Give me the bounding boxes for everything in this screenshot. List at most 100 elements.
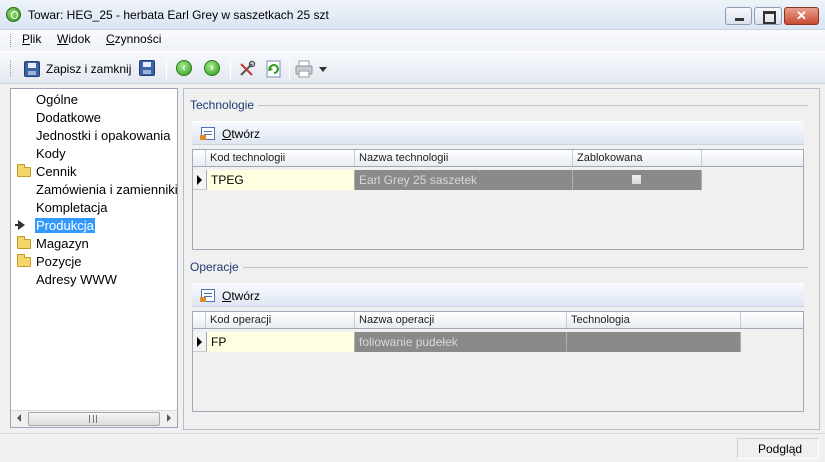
- open-mnemonic: O: [222, 127, 232, 141]
- menu-bar: Plik Widok Czynności: [0, 30, 825, 50]
- sidebar-item-label: Jednostki i opakowania: [36, 128, 171, 143]
- current-row-icon: [193, 332, 207, 352]
- refresh-icon: [266, 60, 281, 78]
- sidebar-item-dodatkowe[interactable]: Dodatkowe: [11, 109, 177, 127]
- technologie-group-title: Technologie: [190, 98, 259, 112]
- scroll-left-icon[interactable]: [17, 414, 21, 422]
- col-nazwa-operacji[interactable]: Nazwa operacji: [355, 312, 567, 328]
- open-mnemonic: O: [222, 289, 232, 303]
- menu-plik-mnemonic: P: [22, 32, 31, 46]
- sidebar-item-produkcja[interactable]: Produkcja: [11, 217, 177, 235]
- menu-widok-mnemonic: W: [57, 32, 69, 46]
- sidebar-item-label: Cennik: [36, 164, 77, 179]
- col-technologia[interactable]: Technologia: [567, 312, 741, 328]
- toolbar-separator: [289, 58, 290, 80]
- cell-nazwa[interactable]: foliowanie pudełek: [355, 332, 567, 352]
- open-icon: [200, 289, 215, 302]
- maximize-button[interactable]: [754, 7, 782, 25]
- sidebar-item-label: Produkcja: [35, 218, 95, 233]
- back-icon: ‹: [176, 60, 192, 76]
- open-icon: [200, 127, 215, 140]
- open-label: twórz: [231, 289, 261, 303]
- dropdown-arrow-icon[interactable]: [319, 67, 327, 73]
- technologie-toolbar: Otwórz: [192, 121, 804, 145]
- col-zablokowana[interactable]: Zablokowana: [573, 150, 702, 166]
- save-button[interactable]: [137, 59, 159, 79]
- group-divider: [240, 267, 808, 268]
- sidebar-item-kody[interactable]: Kody: [11, 145, 177, 163]
- tools-icon: [240, 60, 256, 76]
- menu-widok[interactable]: Widok: [54, 32, 93, 46]
- menu-plik[interactable]: Plik: [19, 32, 44, 46]
- technologie-grid[interactable]: Kod technologii Nazwa technologii Zablok…: [192, 149, 804, 250]
- folder-icon: [17, 236, 31, 249]
- save-close-label: Zapisz i zamknij: [46, 62, 132, 76]
- app-logo-icon: [6, 7, 21, 22]
- forward-icon: ›: [204, 60, 220, 76]
- menu-widok-label: idok: [68, 32, 91, 46]
- status-mode: Podgląd: [737, 438, 819, 459]
- operacje-toolbar: Otwórz: [192, 283, 804, 307]
- toolbar-grip[interactable]: [10, 60, 13, 77]
- zablokowana-checkbox[interactable]: [631, 174, 642, 185]
- sidebar-item-label: Dodatkowe: [36, 110, 102, 125]
- horizontal-scrollbar[interactable]: [11, 410, 177, 427]
- technologie-grid-header: Kod technologii Nazwa technologii Zablok…: [193, 150, 803, 167]
- sidebar-item-jednostki[interactable]: Jednostki i opakowania: [11, 127, 177, 145]
- col-nazwa-technologii[interactable]: Nazwa technologii: [355, 150, 573, 166]
- print-icon: [295, 60, 313, 78]
- menu-czynnosci[interactable]: Czynności: [103, 32, 164, 46]
- sidebar-item-label: Magazyn: [36, 236, 89, 251]
- col-kod-operacji[interactable]: Kod operacji: [206, 312, 355, 328]
- current-arrow-icon: [15, 220, 25, 230]
- title-bar[interactable]: Towar: HEG_25 - herbata Earl Grey w sasz…: [0, 0, 825, 30]
- app-window: Towar: HEG_25 - herbata Earl Grey w sasz…: [0, 0, 825, 462]
- cell-technologia[interactable]: [567, 332, 741, 352]
- cell-kod[interactable]: FP: [207, 332, 355, 352]
- sidebar-item-label: Ogólne: [36, 92, 78, 107]
- back-button[interactable]: ‹: [174, 59, 194, 79]
- group-divider: [252, 105, 808, 106]
- col-kod-technologii[interactable]: Kod technologii: [206, 150, 355, 166]
- menu-plik-label: lik: [30, 32, 42, 46]
- sidebar-item-magazyn[interactable]: Magazyn: [11, 235, 177, 253]
- row-indicator-header: [193, 312, 206, 328]
- sidebar-item-label: Adresy WWW: [36, 272, 117, 287]
- sidebar-item-label: Pozycje: [36, 254, 82, 269]
- save-close-icon: [24, 61, 40, 77]
- sidebar-item-zamowienia[interactable]: Zamówienia i zamienniki: [11, 181, 177, 199]
- cell-nazwa[interactable]: Earl Grey 25 saszetek: [355, 170, 573, 190]
- cell-kod[interactable]: TPEG: [207, 170, 355, 190]
- sidebar-item-kompletacja[interactable]: Kompletacja: [11, 199, 177, 217]
- operacje-grid-header: Kod operacji Nazwa operacji Technologia: [193, 312, 803, 329]
- cell-zablokowana[interactable]: [573, 170, 702, 190]
- folder-icon: [17, 164, 31, 177]
- operacje-open-button[interactable]: Otwórz: [222, 289, 260, 303]
- status-bar: Podgląd: [0, 433, 825, 462]
- operacje-grid[interactable]: Kod operacji Nazwa operacji Technologia …: [192, 311, 804, 412]
- sidebar-item-pozycje[interactable]: Pozycje: [11, 253, 177, 271]
- sidebar-item-adresy-www[interactable]: Adresy WWW: [11, 271, 177, 289]
- sidebar-item-label: Zamówienia i zamienniki: [36, 182, 177, 197]
- toolbar-separator: [166, 58, 167, 80]
- scroll-thumb[interactable]: [28, 412, 160, 426]
- tools-button[interactable]: [236, 59, 256, 79]
- menubar-grip[interactable]: [10, 34, 13, 47]
- operacje-group-title: Operacje: [190, 260, 243, 274]
- sidebar-tree[interactable]: Ogólne Dodatkowe Jednostki i opakowania …: [10, 88, 178, 428]
- open-label: twórz: [231, 127, 261, 141]
- refresh-button[interactable]: [263, 59, 283, 79]
- sidebar-item-label: Kompletacja: [36, 200, 108, 215]
- sidebar-item-ogolne[interactable]: Ogólne: [11, 91, 177, 109]
- sidebar-item-cennik[interactable]: Cennik: [11, 163, 177, 181]
- minimize-button[interactable]: [725, 7, 752, 25]
- forward-button[interactable]: ›: [202, 59, 222, 79]
- menu-czynnosci-label: zynności: [114, 32, 162, 46]
- close-button[interactable]: [784, 7, 819, 25]
- row-indicator-header: [193, 150, 206, 166]
- scroll-right-icon[interactable]: [167, 414, 171, 422]
- window-title: Towar: HEG_25 - herbata Earl Grey w sasz…: [28, 8, 329, 22]
- technologie-open-button[interactable]: Otwórz: [222, 127, 260, 141]
- print-button[interactable]: [294, 59, 330, 79]
- main-panel: Technologie Otwórz Kod technologii Nazwa…: [183, 88, 820, 430]
